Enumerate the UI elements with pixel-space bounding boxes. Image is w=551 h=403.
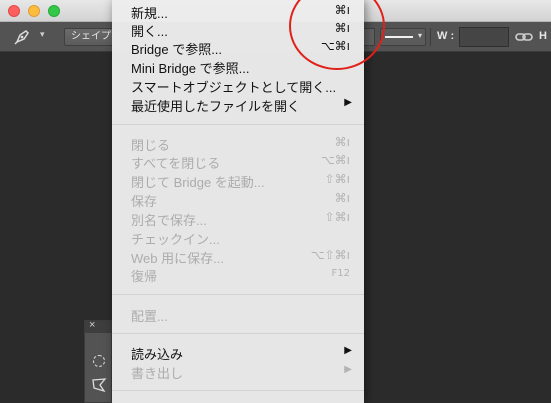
menu-separator <box>112 333 364 334</box>
menu-item-label: 読み込み <box>131 347 184 362</box>
menu-item-open-recent[interactable]: 最近使用したファイルを開く ▶ <box>112 95 364 114</box>
polygonal-lasso-icon[interactable] <box>91 377 107 393</box>
menu-item-shortcut: F12 <box>331 268 350 279</box>
menu-item-shortcut: ⌘ı <box>334 135 350 149</box>
menu-item-close[interactable]: 閉じる ⌘ı <box>112 134 364 153</box>
menu-item-revert[interactable]: 復帰 F12 <box>112 265 364 284</box>
chevron-down-icon: ▾ <box>40 29 45 39</box>
tool-preset-picker[interactable]: ▾ <box>10 27 50 47</box>
menu-item-shortcut: ⌥⌘ı <box>320 153 350 167</box>
height-label: H <box>539 30 547 42</box>
chevron-down-icon: ▾ <box>417 31 422 40</box>
menu-item-save[interactable]: 保存 ⌘ı <box>112 190 364 209</box>
elliptical-marquee-icon[interactable] <box>93 355 105 367</box>
menu-item-shortcut: ⌥⇧⌘ı <box>310 248 350 262</box>
menu-item-label: スマートオブジェクトとして開く... <box>131 80 337 95</box>
window-minimize-button[interactable] <box>28 5 40 17</box>
pen-tool-icon <box>14 30 29 45</box>
link-icon[interactable] <box>515 30 533 44</box>
menu-item-label: Bridge で参照... <box>131 42 223 57</box>
close-icon[interactable]: × <box>89 319 95 331</box>
menu-item-check-in[interactable]: チェックイン... <box>112 228 364 247</box>
menu-item-open-as-smart-object[interactable]: スマートオブジェクトとして開く... <box>112 76 364 95</box>
tools-panel-header: × <box>85 319 111 333</box>
menu-item-label: 別名で保存... <box>131 213 207 228</box>
menu-item-label: Mini Bridge で参照... <box>131 61 250 76</box>
menu-item-import[interactable]: 読み込み ▶ <box>112 343 364 362</box>
menu-separator <box>112 390 364 391</box>
divider <box>430 28 431 46</box>
submenu-arrow-icon: ▶ <box>344 97 352 108</box>
menu-separator <box>112 294 364 295</box>
width-label: W : <box>437 30 455 42</box>
menu-item-label: チェックイン... <box>131 232 220 247</box>
menu-item-label: 復帰 <box>131 269 158 284</box>
window-close-button[interactable] <box>8 5 20 17</box>
tool-mode-select[interactable]: シェイプ <box>64 28 114 46</box>
menu-item-close-all[interactable]: すべてを閉じる ⌥⌘ı <box>112 152 364 171</box>
menu-item-shortcut: ⇧⌘ı <box>324 172 350 186</box>
stroke-type-select[interactable]: ▾ <box>380 28 426 46</box>
menu-separator <box>112 124 364 125</box>
submenu-arrow-icon: ▶ <box>344 364 352 375</box>
menu-item-label: 最近使用したファイルを開く <box>131 99 301 114</box>
menu-item-label: 閉じて Bridge を起動... <box>131 175 265 190</box>
menu-item-shortcut: ⇧⌘ı <box>324 210 350 224</box>
submenu-arrow-icon: ▶ <box>344 345 352 356</box>
stroke-line-preview <box>385 36 413 38</box>
menu-item-save-for-web[interactable]: Web 用に保存... ⌥⇧⌘ı <box>112 247 364 266</box>
menu-item-label: すべてを閉じる <box>131 156 221 171</box>
menu-item-place[interactable]: 配置... <box>112 305 364 324</box>
tools-panel: × <box>84 319 112 403</box>
menu-item-label: 保存 <box>131 194 158 209</box>
menu-item-label: 書き出し <box>131 366 184 381</box>
menu-item-close-and-go-to-bridge[interactable]: 閉じて Bridge を起動... ⇧⌘ı <box>112 171 364 190</box>
window-zoom-button[interactable] <box>48 5 60 17</box>
menu-item-label: 配置... <box>131 309 168 324</box>
width-field[interactable] <box>459 27 509 47</box>
menu-item-export[interactable]: 書き出し ▶ <box>112 362 364 381</box>
menu-item-save-as[interactable]: 別名で保存... ⇧⌘ı <box>112 209 364 228</box>
menu-item-shortcut: ⌘ı <box>334 191 350 205</box>
